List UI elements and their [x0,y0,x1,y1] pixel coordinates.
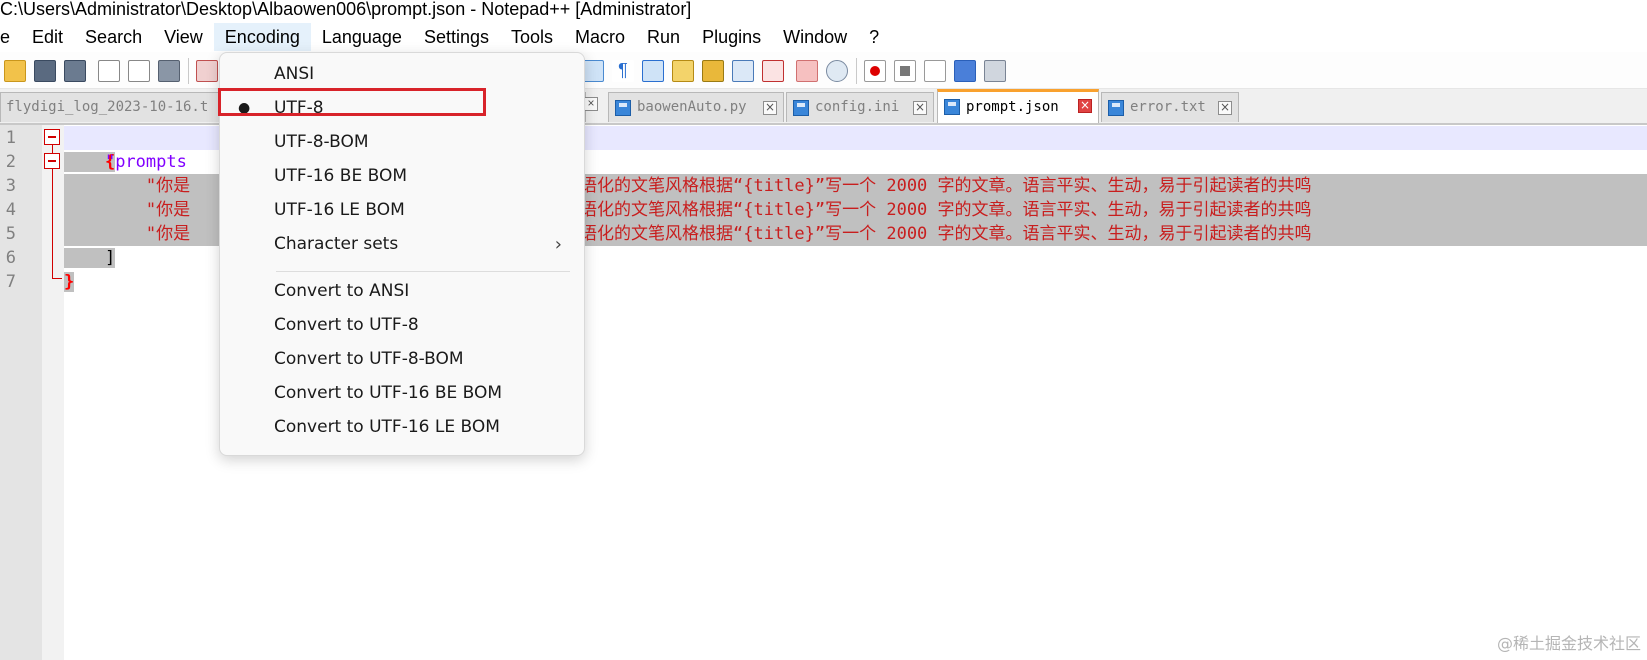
fold-line [52,169,53,279]
line-number-gutter: 1 2 3 4 5 6 7 [0,125,42,660]
line-number: 5 [5,224,16,244]
menu-search[interactable]: Search [74,23,153,51]
show-all-characters-icon[interactable]: ¶ [612,60,634,82]
fold-toggle-icon[interactable] [44,129,60,145]
tab-baowenauto[interactable]: baowenAuto.py × [608,92,784,122]
menu-item-character-sets[interactable]: Character sets › [220,228,584,261]
close-brace: } [64,272,75,292]
tab-label: error.txt [1130,99,1206,115]
document-map-icon[interactable] [702,60,724,82]
menu-macro[interactable]: Macro [564,23,636,51]
close-icon[interactable]: × [913,101,927,115]
tab-label: flydigi_log_2023-10-16.t [6,99,209,115]
file-icon [615,100,631,116]
line-number: 3 [5,176,16,196]
close-icon[interactable]: × [1218,101,1232,115]
fold-toggle-icon[interactable] [44,153,60,169]
playback-icon[interactable] [924,60,946,82]
open-file-icon[interactable] [4,60,26,82]
word-wrap-icon[interactable] [582,60,604,82]
code-line-7: } [64,270,75,294]
submenu-arrow-icon: › [554,234,562,255]
document-list-icon[interactable] [732,60,754,82]
menu-encoding[interactable]: Encoding [213,23,311,51]
menu-language[interactable]: Language [311,23,413,51]
fold-line [52,145,53,153]
code-line-6: ] [64,246,116,270]
json-key: "prompts [104,152,187,172]
line-number: 1 [5,128,16,148]
monitoring-icon[interactable] [826,60,848,82]
menu-view[interactable]: View [153,23,214,51]
menu-tools[interactable]: Tools [500,23,564,51]
menu-plugins[interactable]: Plugins [691,23,772,51]
code-line-2: "prompts [64,150,187,174]
line-number: 4 [5,200,16,220]
menu-item-convert-utf16-be-bom[interactable]: Convert to UTF-16 BE BOM [220,377,584,410]
close-all-icon[interactable] [128,60,150,82]
menu-item-utf16-be-bom[interactable]: UTF-16 BE BOM [220,160,584,193]
file-icon [793,100,809,116]
fold-margin [42,125,64,660]
tab-config[interactable]: config.ini × [786,92,934,122]
cut-icon[interactable] [196,60,218,82]
menu-item-utf8-bom[interactable]: UTF-8-BOM [220,126,584,159]
menu-file[interactable]: e [0,23,21,51]
tab-label: baowenAuto.py [637,99,747,115]
save-icon[interactable] [34,60,56,82]
line-number: 6 [5,248,16,268]
line-number: 2 [5,152,16,172]
menu-item-convert-utf16-le-bom[interactable]: Convert to UTF-16 LE BOM [220,411,584,444]
menu-edit[interactable]: Edit [21,23,74,51]
function-list-icon[interactable] [762,60,784,82]
close-bracket: ] [64,248,116,268]
tab-label: config.ini [815,99,900,115]
record-macro-icon[interactable] [864,60,886,82]
window-title: C:\Users\Administrator\Desktop\Albaowen0… [0,0,692,19]
menu-settings[interactable]: Settings [413,23,500,51]
run-macro-multiple-icon[interactable] [954,60,976,82]
save-all-icon[interactable] [64,60,86,82]
menu-bar: e Edit Search View Encoding Language Set… [0,23,1647,51]
folder-as-workspace-icon[interactable] [796,60,818,82]
fold-end-line [52,278,62,279]
toolbar-separator [188,58,189,84]
menu-item-convert-utf8[interactable]: Convert to UTF-8 [220,309,584,342]
save-macro-icon[interactable] [984,60,1006,82]
menu-item-ansi[interactable]: ANSI [220,58,584,91]
file-icon [944,99,960,115]
close-icon[interactable]: × [1078,99,1092,113]
line-number: 7 [5,272,16,292]
highlight-box [218,88,486,116]
toolbar-separator [856,58,857,84]
file-icon [1108,100,1124,116]
tab-error-txt[interactable]: error.txt × [1101,92,1239,122]
menu-run[interactable]: Run [636,23,691,51]
close-icon[interactable]: × [584,97,598,111]
close-file-icon[interactable] [98,60,120,82]
indent-guide-icon[interactable] [642,60,664,82]
menu-separator [276,271,570,272]
menu-window[interactable]: Window [772,23,858,51]
tab-flydigi-log[interactable]: flydigi_log_2023-10-16.t [0,92,236,122]
menu-item-convert-ansi[interactable]: Convert to ANSI [220,275,584,308]
menu-item-convert-utf8-bom[interactable]: Convert to UTF-8-BOM [220,343,584,376]
print-icon[interactable] [158,60,180,82]
menu-item-utf16-le-bom[interactable]: UTF-16 LE BOM [220,194,584,227]
close-icon[interactable]: × [763,101,777,115]
user-defined-language-icon[interactable] [672,60,694,82]
tab-label: prompt.json [966,99,1059,115]
menu-help[interactable]: ? [858,23,890,51]
tab-prompt-json[interactable]: prompt.json × [937,89,1099,123]
watermark: @稀土掘金技术社区 [1496,634,1641,653]
stop-recording-icon[interactable] [894,60,916,82]
